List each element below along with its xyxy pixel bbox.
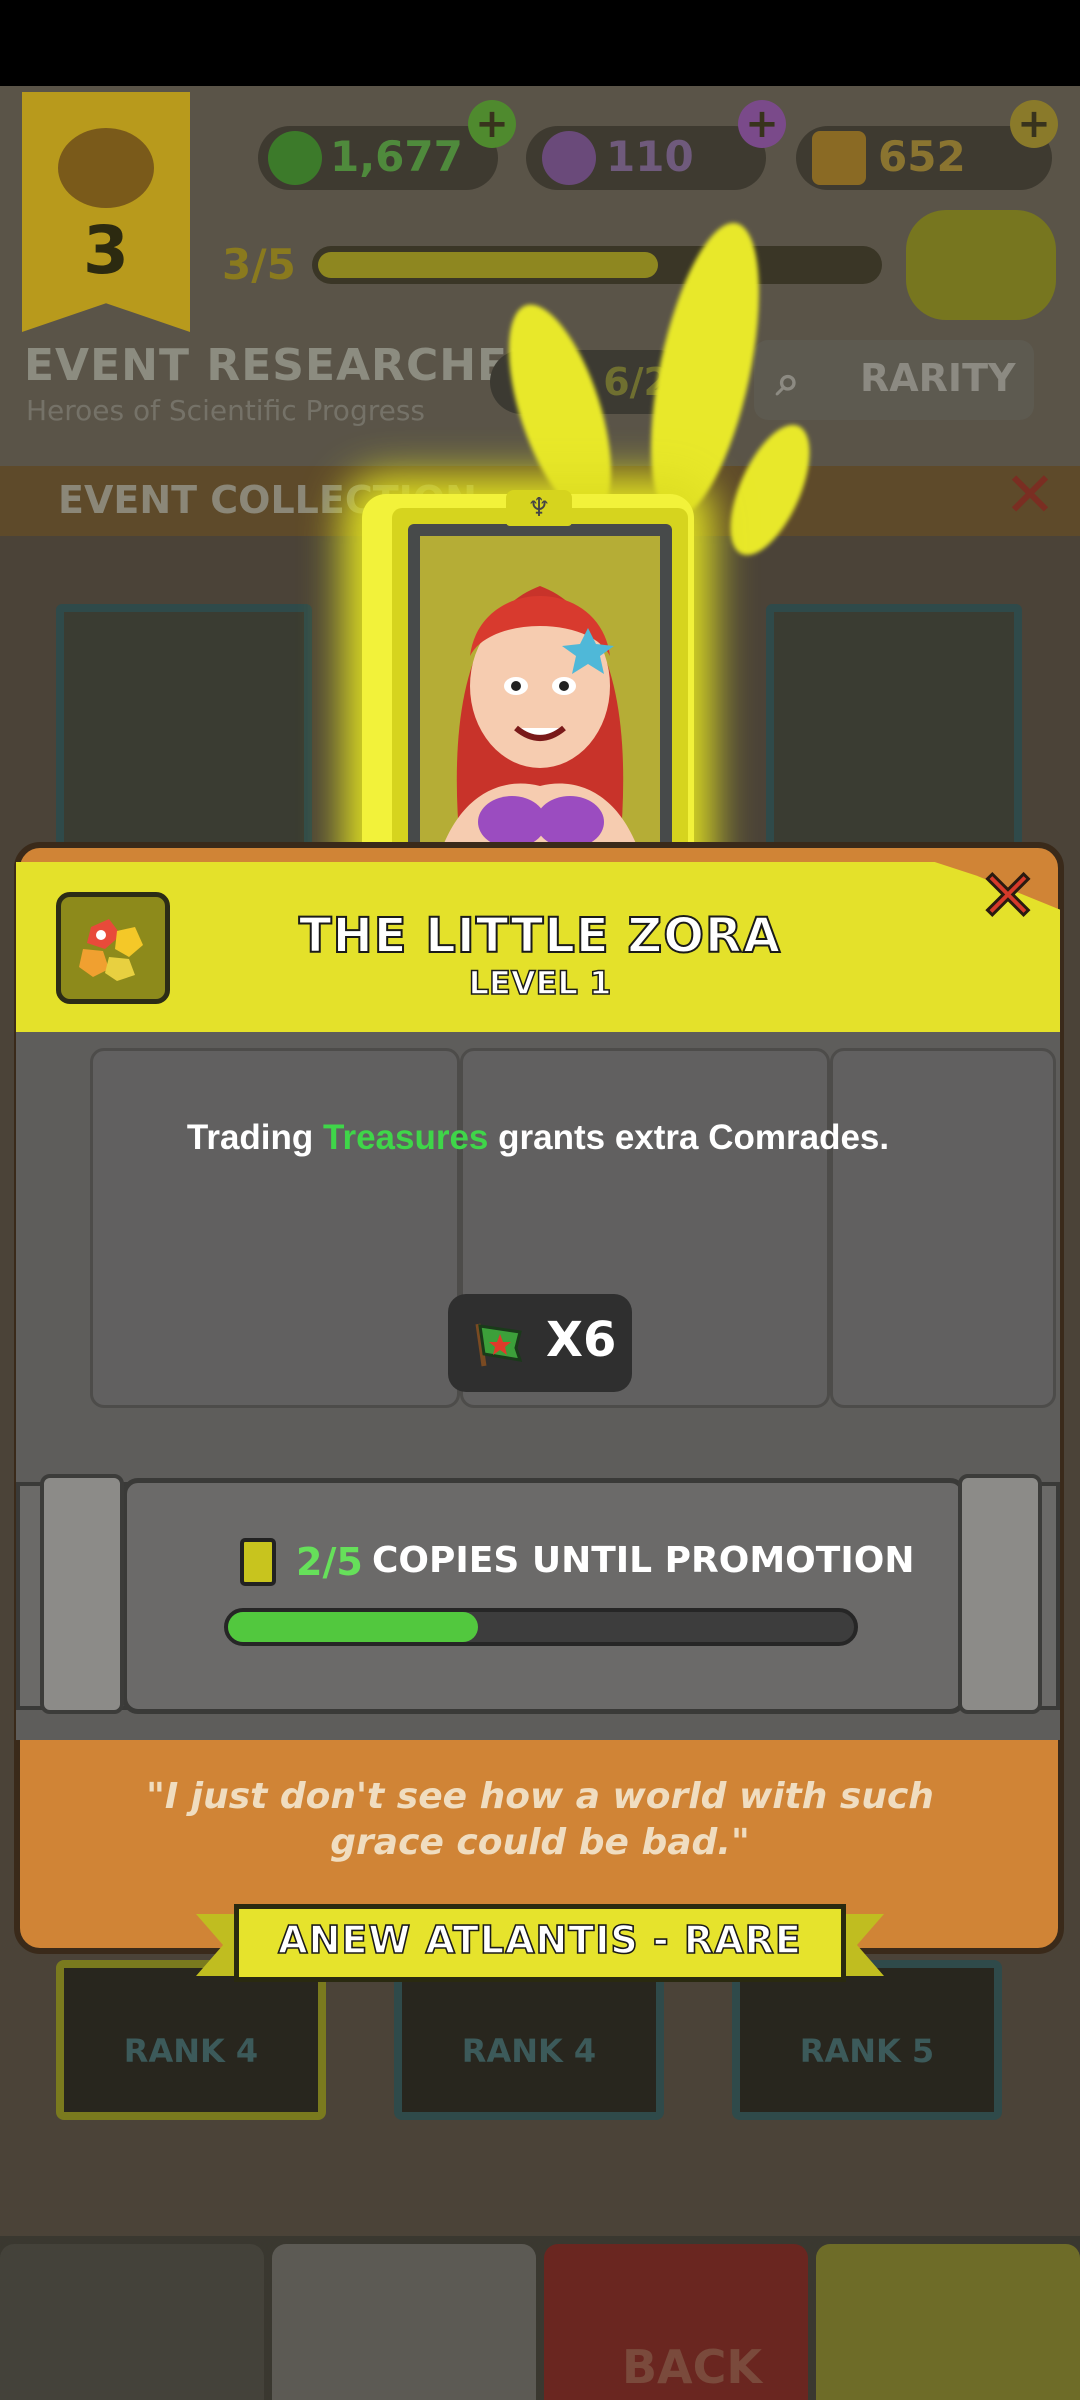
ability-description: Trading Treasures grants extra Comrades. (16, 1118, 1060, 1158)
back-label: BACK (622, 2340, 763, 2394)
rank-label-1: RANK 4 (123, 2032, 259, 2070)
metal-plate-1 (90, 1048, 460, 1408)
potion-value: 110 (606, 132, 694, 181)
description-text-start: Trading (186, 1118, 323, 1157)
quote-line-1: "I just don't see how a world with such (146, 1776, 934, 1817)
quote-line-2: grace could be bad." (330, 1822, 750, 1863)
rank-label-3: RANK 5 (799, 2032, 935, 2070)
level-progress-fill (318, 252, 658, 278)
card-copy-icon (240, 1538, 276, 1586)
nav-comrades-tab[interactable] (0, 2244, 264, 2400)
description-text-end: grants extra Comrades. (488, 1118, 890, 1157)
add-potion-button[interactable]: + (738, 100, 786, 148)
comrade-bonus-amount: X6 (546, 1312, 617, 1368)
comrade-flag-icon (470, 1318, 526, 1368)
close-collection-icon[interactable]: ✕ (1004, 458, 1056, 531)
hero-portrait (420, 536, 660, 854)
cash-icon (268, 131, 322, 185)
gold-icon (812, 131, 866, 185)
add-cash-button[interactable]: + (468, 100, 516, 148)
description-highlight: Treasures (323, 1118, 489, 1157)
set-rarity-label: ANEW ATLANTIS - RARE (277, 1917, 802, 1963)
promotion-panel (122, 1478, 966, 1714)
search-icon: ⌕ (776, 356, 800, 405)
right-bracket (958, 1474, 1042, 1714)
rarity-label: RARITY (860, 356, 1016, 400)
octopus-icon (58, 128, 154, 208)
hero-quote: "I just don't see how a world with such … (60, 1774, 1020, 1866)
add-gold-button[interactable]: + (1010, 100, 1058, 148)
close-button[interactable]: ✕ (970, 857, 1046, 936)
nav-treasure-tab[interactable] (816, 2244, 1080, 2400)
copies-label: COPIES UNTIL PROMOTION (372, 1540, 915, 1581)
potion-icon (542, 131, 596, 185)
gold-value: 652 (878, 132, 966, 181)
level-progress-text: 3/5 (222, 240, 296, 289)
promotion-progress-fill (228, 1612, 478, 1642)
nav-cards-tab[interactable] (272, 2244, 536, 2400)
hero-level: LEVEL 1 (468, 963, 612, 1003)
crown-emblem-icon: ♆ (506, 490, 572, 526)
event-subtitle: Heroes of Scientific Progress (26, 394, 426, 427)
metal-plate-3 (830, 1048, 1056, 1408)
status-bar (0, 0, 1080, 86)
research-flask-icon[interactable] (906, 210, 1056, 320)
copies-count: 2/5 (296, 1540, 363, 1584)
left-bracket (40, 1474, 124, 1714)
level-number: 3 (83, 212, 129, 289)
hero-name: THE LITTLE ZORA (298, 907, 782, 965)
rank-label-2: RANK 4 (461, 2032, 597, 2070)
cash-value: 1,677 (330, 132, 463, 181)
mermaid-portrait-image (420, 536, 660, 854)
